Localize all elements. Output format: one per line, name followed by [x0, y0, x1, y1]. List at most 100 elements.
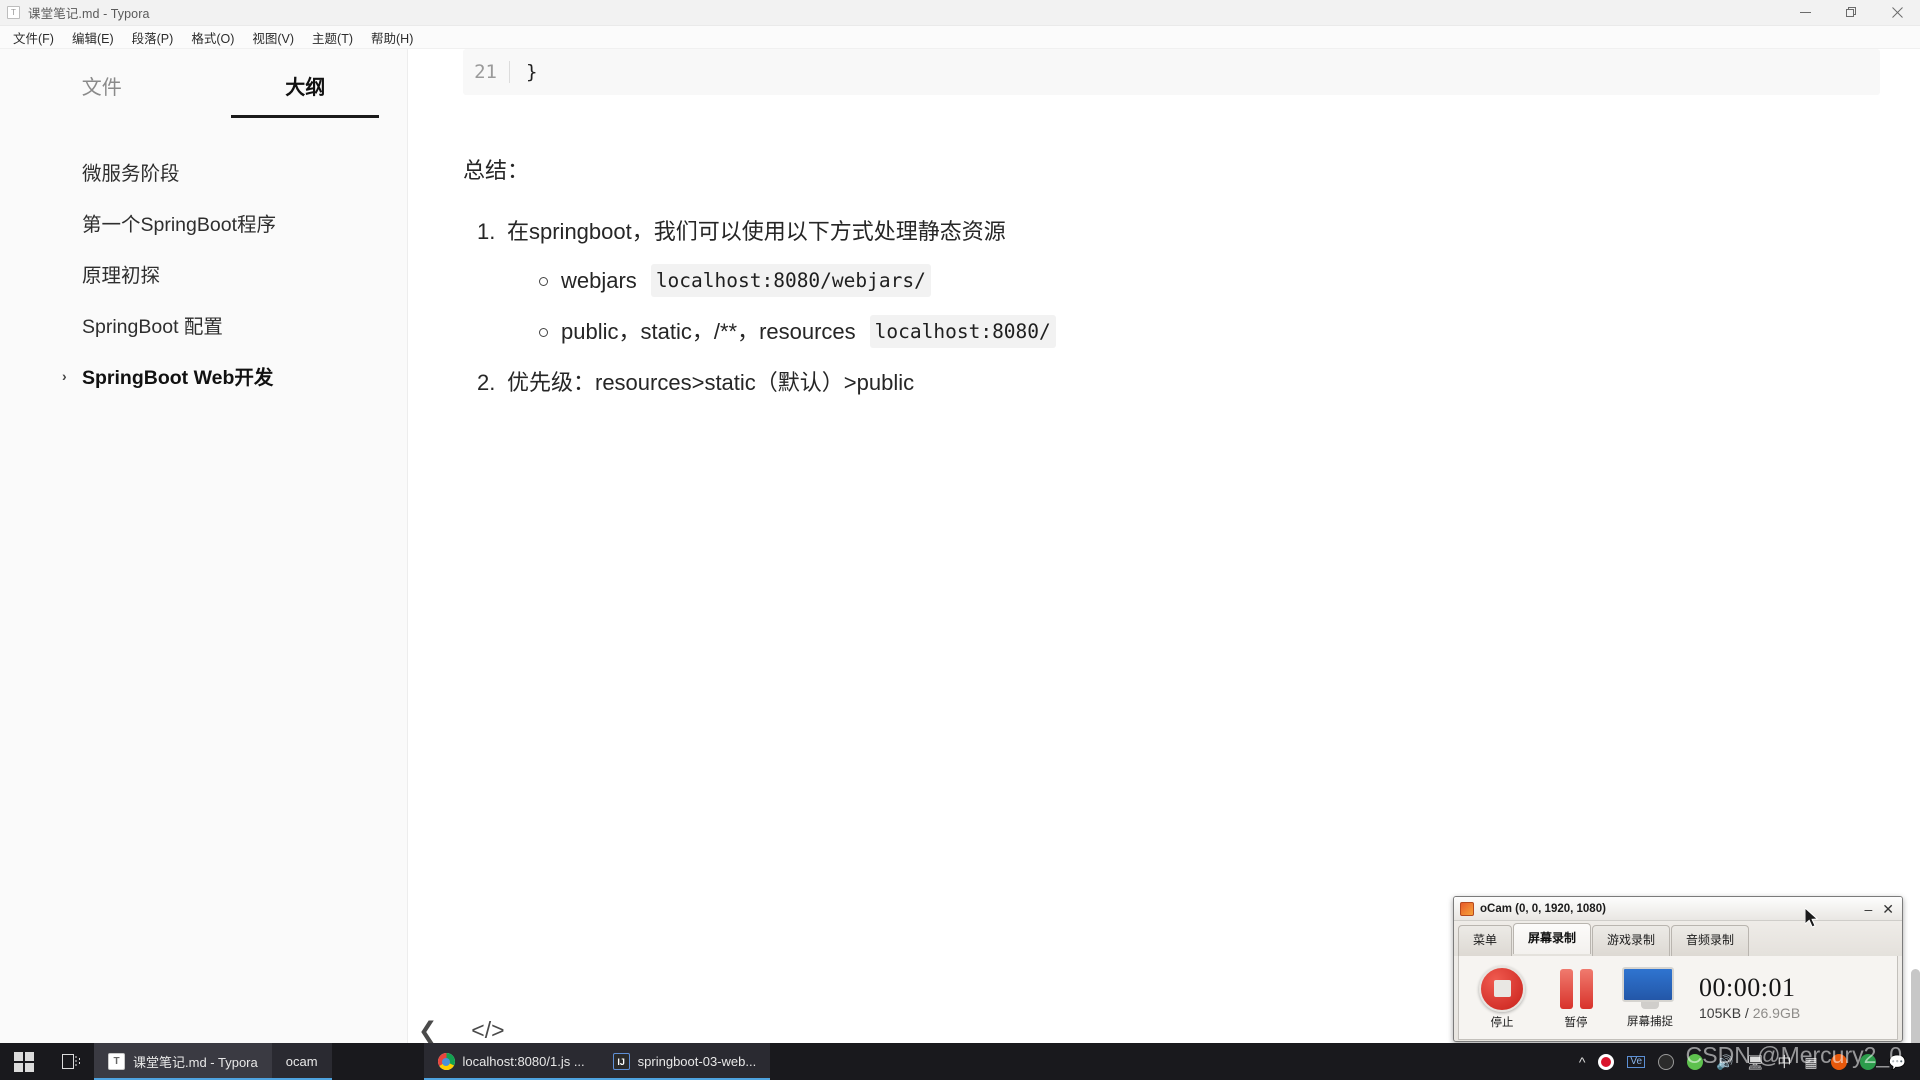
qq-icon[interactable] [1658, 1053, 1675, 1070]
mouse-pointer-icon [1804, 906, 1821, 935]
counter-icon[interactable] [1859, 1053, 1876, 1070]
ocam-close-button[interactable]: ✕ [1882, 902, 1894, 916]
menu-help[interactable]: 帮助(H) [362, 26, 422, 49]
outline-item-label: 第一个SpringBoot程序 [82, 214, 276, 236]
sidebar: 文件 大纲 微服务阶段 第一个SpringBoot程序 原理初探 SpringB… [0, 49, 408, 1080]
chevron-right-icon[interactable]: › [62, 368, 67, 384]
360-icon[interactable] [1687, 1053, 1704, 1070]
sidebar-tabs: 文件 大纲 [0, 49, 407, 118]
list-item-2: 优先级：resources>static（默认）>public [463, 366, 1880, 399]
typora-icon: T [108, 1053, 125, 1070]
outline-item-label: SpringBoot Web开发 [82, 367, 274, 389]
outline-item-0[interactable]: 微服务阶段 [0, 146, 407, 197]
ocam-tab-audio-record[interactable]: 音频录制 [1671, 925, 1750, 956]
inline-code-root-url: localhost:8080/ [869, 315, 1056, 349]
task-view-icon[interactable] [48, 1043, 94, 1080]
code-block[interactable]: 21 } [463, 49, 1880, 95]
inline-code-webjars-url: localhost:8080/webjars/ [650, 263, 931, 298]
menu-view[interactable]: 视图(V) [243, 26, 303, 49]
ocam-panel: 停止 暂停 屏幕捕捉 00:00:01 105KB / 26.9GB [1458, 956, 1898, 1040]
taskbar-item-idea[interactable]: IJ springboot-03-web... [598, 1043, 771, 1080]
pause-icon [1539, 966, 1613, 1012]
ocam-elapsed-time: 00:00:01 [1699, 972, 1796, 1002]
ocam-window-controls: – ✕ [1864, 902, 1902, 916]
opera-icon[interactable] [1598, 1053, 1615, 1070]
ocam-pause-label: 暂停 [1564, 1016, 1588, 1029]
ocam-tab-screen-record[interactable]: 屏幕录制 [1513, 923, 1592, 954]
maximize-button[interactable] [1828, 0, 1874, 26]
close-button[interactable] [1874, 0, 1920, 26]
ocam-tab-menu[interactable]: 菜单 [1458, 925, 1513, 956]
ocam-stop-button[interactable]: 停止 [1465, 965, 1539, 1030]
outline-item-4[interactable]: › SpringBoot Web开发 [0, 350, 407, 401]
tab-files[interactable]: 文件 [0, 71, 204, 118]
ocam-size-separator: / [1741, 1005, 1753, 1022]
ocam-tab-game-record[interactable]: 游戏录制 [1592, 925, 1671, 956]
ocam-size-used: 105KB [1699, 1005, 1742, 1022]
windows-taskbar: T 课堂笔记.md - Typora ocam localhost:8080/1… [0, 1042, 1920, 1080]
menu-edit[interactable]: 编辑(E) [63, 26, 123, 49]
ocam-titlebar: oCam (0, 0, 1920, 1080) – ✕ [1454, 897, 1902, 921]
outline-item-label: 原理初探 [82, 265, 161, 287]
menu-bar: 文件(F) 编辑(E) 段落(P) 格式(O) 视图(V) 主题(T) 帮助(H… [0, 26, 1920, 49]
outline-item-3[interactable]: SpringBoot 配置 [0, 299, 407, 350]
firefox-icon[interactable] [1830, 1053, 1847, 1070]
chevron-left-icon[interactable]: ❮ [418, 1019, 437, 1042]
window-controls [1782, 0, 1920, 26]
outline-list: 微服务阶段 第一个SpringBoot程序 原理初探 SpringBoot 配置… [0, 146, 407, 401]
ocam-title-text: oCam (0, 0, 1920, 1080) [1480, 902, 1606, 915]
taskbar-item-ocam[interactable]: ocam [271, 1043, 332, 1080]
system-tray: ^ Ve 🔊 🖥 中 ▦ 💬 [1579, 1053, 1920, 1070]
ocam-capture-button[interactable]: 屏幕捕捉 [1613, 966, 1687, 1029]
ocam-size-total: 26.9GB [1752, 1005, 1801, 1022]
intellij-idea-icon: IJ [612, 1053, 630, 1070]
list-item-text: 优先级：resources>static（默认）>public [507, 370, 915, 396]
taskbar-item-chrome[interactable]: localhost:8080/1.js ... [423, 1043, 599, 1080]
ocam-pause-button[interactable]: 暂停 [1539, 966, 1613, 1030]
ocam-capture-label: 屏幕捕捉 [1627, 1015, 1673, 1028]
sub-list-1: webjars localhost:8080/webjars/ public，s… [507, 263, 1880, 349]
tab-outline[interactable]: 大纲 [204, 71, 408, 118]
notification-icon[interactable]: 💬 [1889, 1055, 1906, 1069]
ocam-stop-label: 停止 [1490, 1016, 1514, 1029]
list-item-1: 在springboot，我们可以使用以下方式处理静态资源 webjars loc… [463, 215, 1880, 349]
menu-file[interactable]: 文件(F) [4, 26, 63, 49]
stop-icon [1479, 965, 1525, 1012]
taskbar-item-label: ocam [285, 1054, 318, 1069]
menu-theme[interactable]: 主题(T) [303, 26, 362, 49]
screen-capture-icon [1622, 966, 1678, 1011]
sub-item-text: public，static，/**，resources [561, 319, 856, 345]
taskbar-item-label: localhost:8080/1.js ... [462, 1054, 585, 1069]
outline-item-2[interactable]: 原理初探 [0, 248, 407, 299]
windows-start-icon[interactable] [0, 1043, 48, 1080]
ocam-size-info: 105KB / 26.9GB [1699, 1005, 1800, 1021]
show-hidden-icons-icon[interactable]: ^ [1579, 1055, 1586, 1069]
code-line-number: 21 [474, 61, 497, 83]
source-code-icon[interactable]: </> [471, 1019, 504, 1042]
input-method-icon[interactable]: 中 [1777, 1055, 1791, 1069]
ocam-minimize-button[interactable]: – [1864, 902, 1872, 916]
sub-item-text: webjars [561, 268, 637, 294]
window-title: 课堂笔记.md - Typora [28, 7, 150, 21]
taskbar-item-label: springboot-03-web... [637, 1054, 757, 1069]
volume-icon[interactable]: 🔊 [1716, 1055, 1733, 1069]
menu-format[interactable]: 格式(O) [182, 26, 243, 49]
minimize-button[interactable] [1782, 0, 1828, 26]
ve-icon[interactable]: Ve [1627, 1055, 1646, 1068]
ocam-window[interactable]: oCam (0, 0, 1920, 1080) – ✕ 菜单 屏幕录制 游戏录制… [1453, 896, 1903, 1042]
summary-heading: 总结： [463, 158, 530, 183]
ordered-list: 在springboot，我们可以使用以下方式处理静态资源 webjars loc… [463, 215, 1880, 399]
menu-paragraph[interactable]: 段落(P) [123, 26, 183, 49]
ime-panel-icon[interactable]: ▦ [1804, 1055, 1817, 1069]
document-body[interactable]: 总结： 在springboot，我们可以使用以下方式处理静态资源 webjars… [409, 95, 1920, 399]
editor-footer: ❮ </> [418, 1019, 505, 1042]
outline-item-label: SpringBoot 配置 [82, 316, 223, 338]
outline-item-label: 微服务阶段 [82, 163, 180, 185]
list-item-text: 在springboot，我们可以使用以下方式处理静态资源 [507, 218, 1006, 244]
ocam-icon [1460, 901, 1474, 916]
taskbar-item-label: 课堂笔记.md - Typora [133, 1055, 258, 1070]
network-icon[interactable]: 🖥 [1747, 1055, 1765, 1069]
outline-item-1[interactable]: 第一个SpringBoot程序 [0, 197, 407, 248]
code-line-text: } [526, 61, 538, 83]
taskbar-item-typora[interactable]: T 课堂笔记.md - Typora [94, 1043, 272, 1080]
